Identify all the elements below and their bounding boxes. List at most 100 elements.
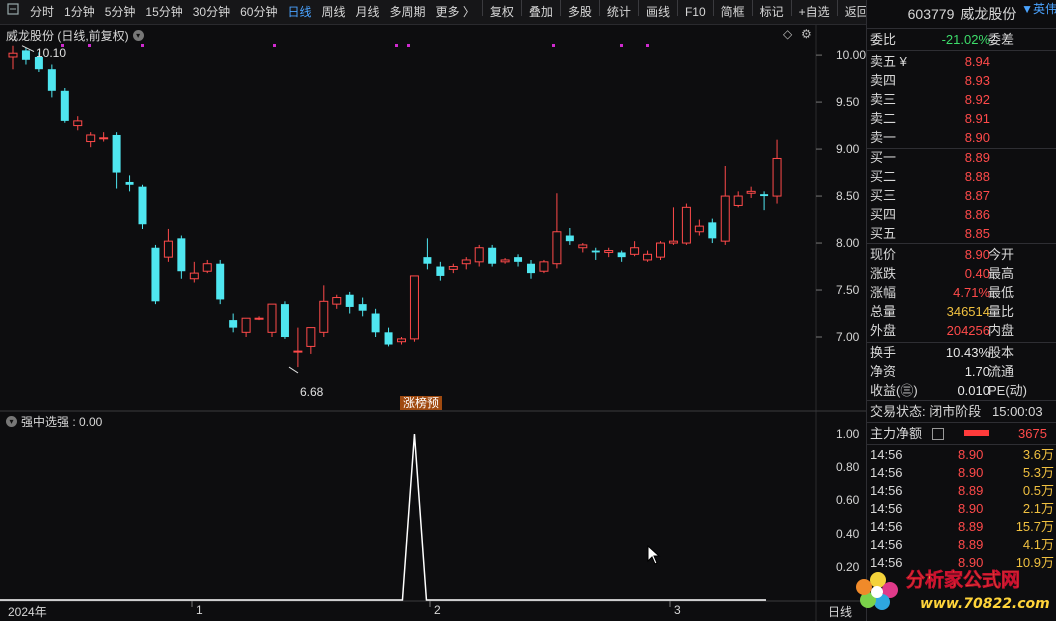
list-icon[interactable] — [932, 428, 944, 440]
tick-row[interactable]: 14:56 8.90 3.6万 — [870, 446, 1054, 464]
bid-row[interactable]: 买二 8.88 — [870, 167, 1054, 186]
toolbar-button[interactable]: F10 — [680, 0, 711, 24]
candle[interactable] — [591, 247, 600, 260]
period-tab[interactable]: 月线 — [351, 0, 385, 24]
candle[interactable] — [138, 184, 147, 229]
candle[interactable] — [720, 165, 730, 245]
candle[interactable] — [656, 241, 665, 260]
tag-badge[interactable]: 涨榜预 — [400, 396, 443, 410]
bid-row[interactable]: 买三 8.87 — [870, 186, 1054, 205]
tick-row[interactable]: 14:56 8.89 4.1万 — [870, 536, 1054, 554]
candle[interactable] — [746, 186, 756, 198]
stat-row[interactable]: 涨跌 0.40 最高 — [870, 264, 1054, 283]
stat-row[interactable]: 总量 346514 量比 — [870, 302, 1054, 321]
stat-row[interactable]: 净资 1.70 流通 — [870, 362, 1054, 381]
tick-row[interactable]: 14:56 8.90 5.3万 — [870, 464, 1054, 482]
bid-row[interactable]: 买一 8.89 — [870, 148, 1054, 167]
candle[interactable] — [358, 297, 367, 317]
toolbar-button[interactable]: +自选 — [794, 0, 835, 24]
candle[interactable] — [760, 191, 769, 211]
toolbar-button[interactable]: 简框 — [716, 0, 750, 24]
candle[interactable] — [216, 259, 225, 305]
candle[interactable] — [112, 132, 121, 189]
candle[interactable] — [681, 203, 691, 245]
stat-row[interactable]: 换手 10.43% 股本 — [870, 343, 1054, 362]
ask-row[interactable]: 卖一 8.90 — [870, 128, 1054, 147]
candle[interactable] — [189, 261, 199, 283]
tick-row[interactable]: 14:56 8.89 0.5万 — [870, 482, 1054, 500]
period-tab[interactable]: 60分钟 — [235, 0, 282, 24]
candle[interactable] — [384, 327, 393, 347]
candle[interactable] — [8, 45, 18, 70]
period-tab[interactable]: 30分钟 — [188, 0, 235, 24]
candle[interactable] — [241, 317, 251, 338]
candle[interactable] — [514, 254, 523, 267]
candle[interactable] — [552, 193, 562, 269]
period-tab[interactable]: 5分钟 — [100, 0, 141, 24]
ask-row[interactable]: 卖二 8.91 — [870, 109, 1054, 128]
candle[interactable] — [280, 301, 289, 339]
period-tab[interactable]: 日线 — [282, 0, 316, 24]
candle[interactable] — [47, 64, 56, 98]
toolbar-button[interactable]: 统计 — [602, 0, 636, 24]
candle[interactable] — [617, 250, 626, 262]
candle[interactable] — [151, 244, 160, 305]
toolbar-button[interactable]: 标记 — [755, 0, 789, 24]
period-tab[interactable]: 周线 — [316, 0, 350, 24]
stat-row[interactable]: 外盘 204256 内盘 — [870, 321, 1054, 340]
gear-icon[interactable]: ⚙ — [801, 27, 812, 41]
candle[interactable] — [177, 235, 186, 279]
candle[interactable] — [254, 316, 264, 321]
diamond-icon[interactable]: ◇ — [783, 27, 792, 41]
toolbar-button[interactable]: 多股 — [563, 0, 597, 24]
tick-row[interactable]: 14:56 8.89 15.7万 — [870, 518, 1054, 536]
candle[interactable] — [733, 191, 743, 208]
toolbar-button[interactable]: 叠加 — [524, 0, 558, 24]
candle[interactable] — [202, 259, 212, 274]
bid-row[interactable]: 买五 8.85 — [870, 224, 1054, 243]
candle[interactable] — [500, 258, 510, 264]
candle[interactable] — [668, 207, 678, 245]
candle[interactable] — [229, 313, 238, 333]
candle[interactable] — [643, 250, 653, 262]
candle[interactable] — [694, 219, 704, 236]
toolbar-button[interactable]: 复权 — [485, 0, 519, 24]
ask-row[interactable]: 卖四 8.93 — [870, 71, 1054, 90]
toolbar-button[interactable]: 画线 — [641, 0, 675, 24]
candle[interactable] — [436, 261, 445, 281]
candle[interactable] — [60, 87, 69, 123]
candle[interactable] — [565, 228, 574, 245]
candle[interactable] — [267, 303, 277, 338]
candle[interactable] — [772, 139, 782, 204]
candle[interactable] — [125, 175, 134, 192]
candle[interactable] — [371, 308, 380, 338]
period-tab[interactable]: 15分钟 — [140, 0, 187, 24]
period-tab[interactable]: 1分钟 — [59, 0, 100, 24]
candle[interactable] — [306, 327, 316, 354]
bid-row[interactable]: 买四 8.86 — [870, 205, 1054, 224]
candle[interactable] — [163, 228, 173, 262]
ask-row[interactable]: 卖五 ¥ 8.94 — [870, 52, 1054, 71]
candle[interactable] — [448, 263, 458, 274]
candle[interactable] — [319, 285, 329, 338]
candle[interactable] — [21, 47, 30, 65]
candle[interactable] — [474, 244, 484, 267]
stat-row[interactable]: 收益(㊂) 0.010 PE(动) — [870, 381, 1054, 400]
menu-icon[interactable] — [6, 2, 20, 16]
chevron-down-icon[interactable]: ▾ — [6, 416, 17, 427]
candle[interactable] — [293, 327, 303, 368]
period-tab[interactable]: 分时 — [25, 0, 59, 24]
candle[interactable] — [488, 244, 497, 267]
candle[interactable] — [630, 241, 640, 257]
candle[interactable] — [539, 259, 549, 274]
candle[interactable] — [397, 337, 406, 345]
period-tab[interactable]: 多周期 — [385, 0, 431, 24]
candle[interactable] — [409, 275, 419, 342]
candle[interactable] — [73, 116, 83, 131]
candle[interactable] — [332, 294, 342, 309]
candle[interactable] — [578, 243, 588, 253]
candle[interactable] — [708, 218, 717, 244]
candle[interactable] — [461, 257, 471, 270]
candle[interactable] — [423, 238, 432, 270]
candle[interactable] — [527, 259, 535, 279]
